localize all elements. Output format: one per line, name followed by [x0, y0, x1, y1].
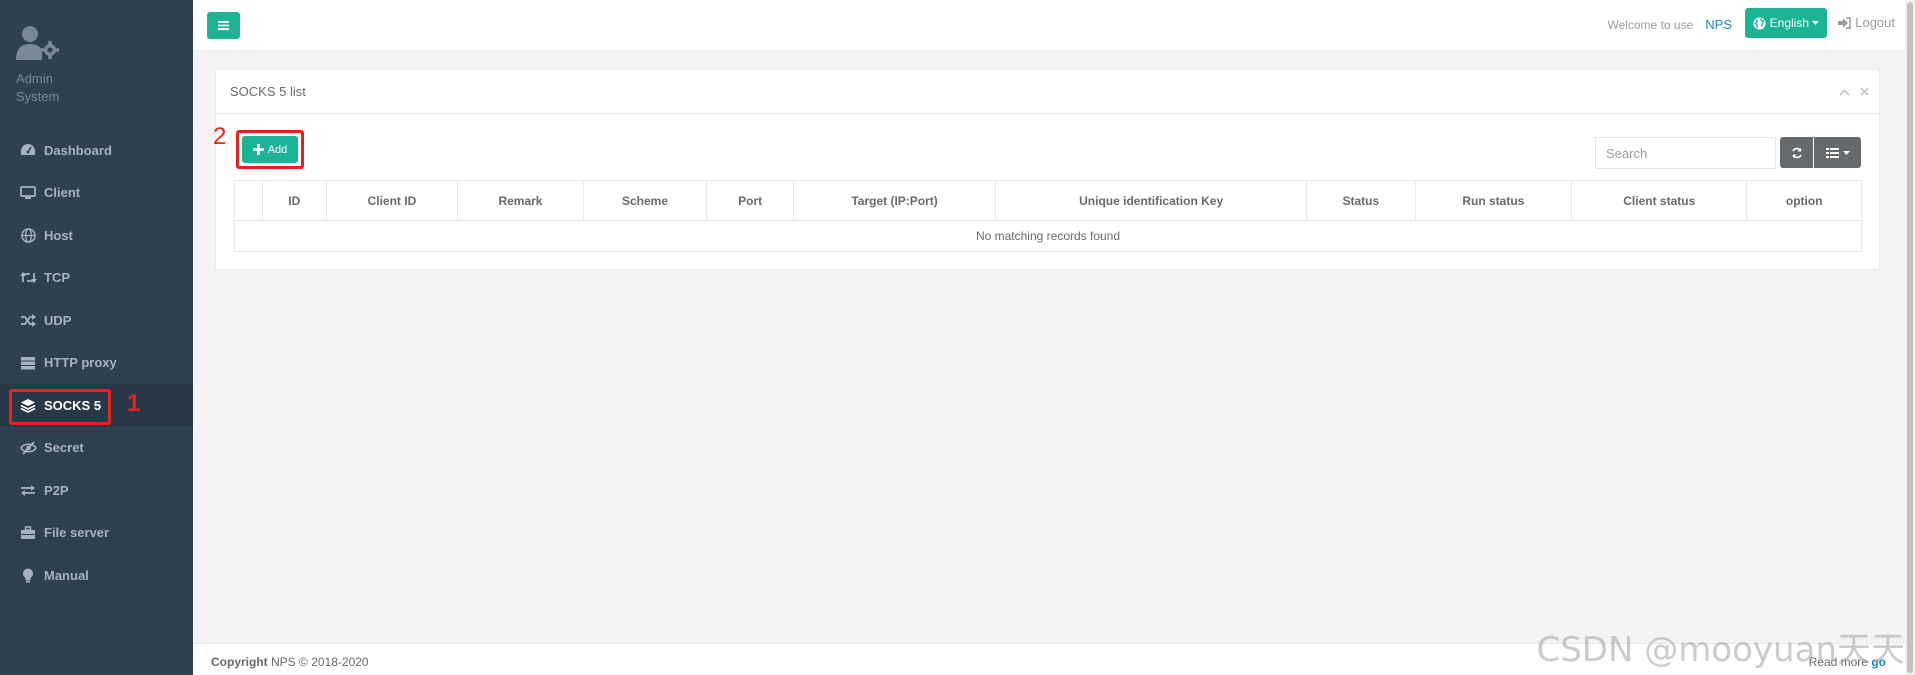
column-header-run-status[interactable]: Run status — [1416, 181, 1573, 220]
sidebar-item-socks5[interactable]: SOCKS 5 1 — [0, 384, 193, 427]
columns-toggle-button[interactable] — [1814, 137, 1861, 168]
language-dropdown[interactable]: English — [1744, 8, 1827, 38]
column-header-select[interactable] — [235, 181, 263, 220]
plus-icon — [252, 144, 264, 155]
chevron-up-icon[interactable] — [1839, 84, 1850, 99]
random-icon — [18, 312, 38, 328]
copyright-label: Copyright — [211, 655, 268, 669]
sidebar-item-label: Secret — [44, 440, 84, 456]
globe-icon — [1753, 16, 1766, 30]
column-header-unique-key[interactable]: Unique identification Key — [996, 181, 1308, 220]
sidebar-item-udp[interactable]: UDP — [0, 299, 193, 342]
logout-link[interactable]: Logout — [1838, 15, 1895, 30]
sidebar-item-host[interactable]: Host — [0, 214, 193, 257]
sidebar-item-secret[interactable]: Secret — [0, 427, 193, 470]
scrollbar-thumb[interactable] — [1907, 2, 1913, 673]
copyright-text: NPS © 2018-2020 — [271, 655, 369, 669]
refresh-button[interactable] — [1780, 137, 1813, 168]
page-scrollbar[interactable] — [1905, 0, 1915, 675]
search-input[interactable] — [1595, 137, 1776, 169]
column-header-option[interactable]: option — [1747, 181, 1861, 220]
menu-toggle-button[interactable] — [207, 12, 240, 39]
profile-role: System — [16, 89, 60, 104]
user-gear-icon[interactable] — [16, 24, 64, 64]
list-icon — [1825, 147, 1839, 158]
sidebar-item-label: HTTP proxy — [44, 355, 117, 371]
caret-down-icon — [1812, 21, 1819, 25]
socks5-list-panel: SOCKS 5 list 2 Add Search ID Client ID R… — [213, 69, 1880, 270]
sidebar: Admin System Dashboard Client Host TCP U… — [0, 0, 193, 675]
language-label: English — [1769, 16, 1809, 30]
panel-header: SOCKS 5 list — [216, 70, 1879, 114]
globe-icon — [18, 227, 38, 243]
profile-name: Admin — [16, 71, 53, 86]
sidebar-item-label: File server — [44, 525, 110, 541]
hamburger-icon — [218, 18, 229, 33]
column-header-id[interactable]: ID — [263, 181, 327, 220]
server-icon — [18, 355, 38, 371]
empty-table-message: No matching records found — [975, 229, 1121, 243]
sidebar-item-label: P2P — [44, 482, 69, 498]
sidebar-item-p2p[interactable]: P2P — [0, 469, 193, 512]
socks5-table: ID Client ID Remark Scheme Port Target (… — [234, 180, 1862, 252]
lightbulb-icon — [18, 567, 38, 583]
exchange-icon — [18, 482, 38, 498]
welcome-text: Welcome to use — [1607, 18, 1694, 32]
annotation-step-2: 2 — [213, 123, 227, 150]
column-header-remark[interactable]: Remark — [458, 181, 584, 220]
caret-down-icon — [1842, 150, 1850, 155]
annotation-step-1: 1 — [127, 390, 141, 417]
logout-label: Logout — [1855, 15, 1895, 30]
sidebar-item-file-server[interactable]: File server — [0, 512, 193, 555]
sidebar-item-http-proxy[interactable]: HTTP proxy — [0, 342, 193, 385]
sidebar-item-label: UDP — [44, 312, 72, 328]
monitor-icon — [18, 185, 38, 201]
briefcase-icon — [18, 525, 38, 541]
sidebar-item-label: Host — [44, 227, 73, 243]
retweet-icon — [18, 270, 38, 286]
sidebar-item-dashboard[interactable]: Dashboard — [0, 129, 193, 172]
add-button[interactable]: Add — [242, 136, 298, 163]
sidebar-nav: Dashboard Client Host TCP UDP HTTP proxy… — [0, 129, 193, 597]
sidebar-item-tcp[interactable]: TCP — [0, 257, 193, 300]
brand-link[interactable]: NPS — [1705, 17, 1732, 32]
panel-title: SOCKS 5 list — [230, 84, 306, 99]
add-label: Add — [267, 143, 288, 156]
watermark: CSDN @mooyuan天天 — [1536, 630, 1905, 670]
sidebar-item-manual[interactable]: Manual — [0, 554, 193, 597]
welcome-message: Welcome to use NPS — [1607, 17, 1732, 32]
sidebar-item-label: Manual — [44, 567, 89, 583]
sidebar-item-label: TCP — [44, 270, 70, 286]
highlight-box — [9, 389, 111, 425]
dashboard-icon — [18, 142, 38, 158]
sidebar-item-label: Client — [44, 185, 81, 201]
sidebar-item-client[interactable]: Client — [0, 172, 193, 215]
highlight-box: Add — [236, 130, 304, 169]
column-header-scheme[interactable]: Scheme — [584, 181, 708, 220]
column-header-status[interactable]: Status — [1307, 181, 1416, 220]
column-header-target[interactable]: Target (IP:Port) — [794, 181, 997, 220]
column-header-port[interactable]: Port — [707, 181, 794, 220]
eye-slash-icon — [18, 440, 38, 456]
column-header-client-id[interactable]: Client ID — [327, 181, 459, 220]
footer-copyright: Copyright NPS © 2018-2020 — [211, 655, 369, 669]
profile: Admin System — [16, 24, 176, 106]
sidebar-item-label: Dashboard — [44, 142, 112, 158]
table-header: ID Client ID Remark Scheme Port Target (… — [235, 181, 1861, 221]
top-navbar: Welcome to use NPS English Logout — [193, 0, 1915, 51]
sign-out-icon — [1838, 16, 1851, 29]
close-icon[interactable] — [1860, 84, 1869, 99]
column-header-client-status[interactable]: Client status — [1572, 181, 1748, 220]
refresh-icon — [1791, 147, 1803, 159]
